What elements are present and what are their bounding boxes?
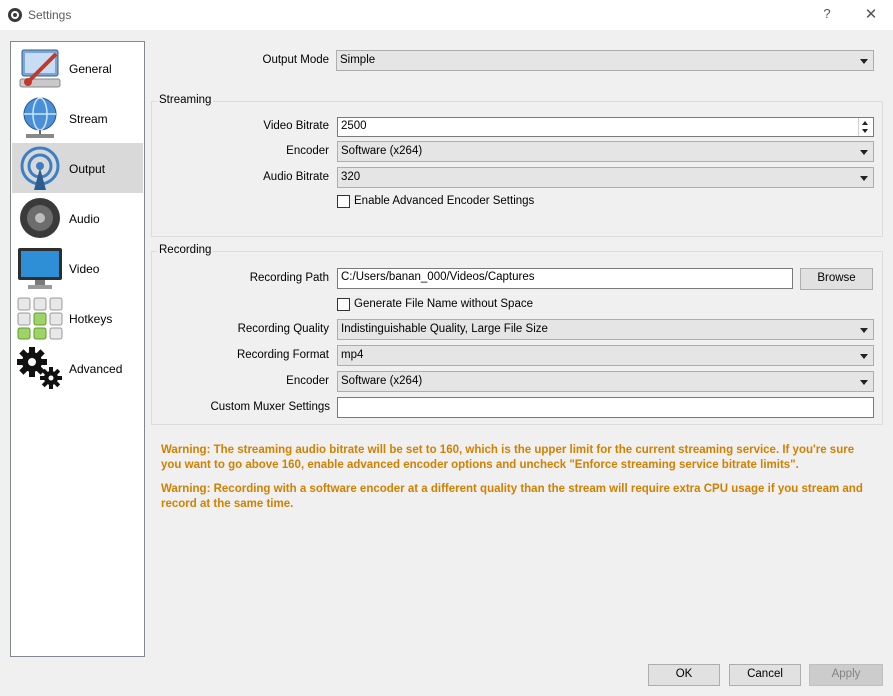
obs-logo-icon [8,8,22,22]
recording-path-value: C:/Users/banan_000/Videos/Captures [341,271,535,283]
output-icon [20,146,60,190]
cancel-button[interactable]: Cancel [729,664,801,686]
output-mode-select[interactable]: Simple [336,50,874,71]
sidebar-item-general[interactable]: General [12,43,143,93]
sidebar-item-advanced[interactable]: Advanced [12,343,143,393]
recording-quality-value: Indistinguishable Quality, Large File Si… [341,323,548,335]
recording-quality-select[interactable]: Indistinguishable Quality, Large File Si… [337,319,874,340]
audio-icon [20,198,60,238]
chevron-down-icon [860,150,868,155]
chevron-down-icon [860,176,868,181]
sidebar-item-label: Stream [69,112,108,126]
video-bitrate-label: Video Bitrate [263,120,329,132]
hotkeys-icon [17,297,63,340]
chevron-down-icon [860,59,868,64]
no-space-checkbox[interactable] [337,298,350,311]
output-mode-label: Output Mode [262,54,329,66]
audio-bitrate-value: 320 [341,171,361,183]
custom-muxer-label: Custom Muxer Settings [210,401,330,413]
stream-icon [23,97,57,138]
chevron-down-icon [860,328,868,333]
sidebar-item-video[interactable]: Video [12,243,143,293]
sidebar-item-label: Audio [69,212,100,226]
audio-bitrate-select[interactable]: 320 [337,167,874,188]
audio-bitrate-label: Audio Bitrate [263,171,329,183]
recording-encoder-label: Encoder [286,375,329,387]
no-space-label[interactable]: Generate File Name without Space [354,298,533,310]
recording-quality-label: Recording Quality [237,323,329,335]
window-title: Settings [28,8,72,22]
recording-encoder-warning: Warning: Recording with a software encod… [161,483,863,510]
video-bitrate-value: 2500 [341,120,367,132]
advanced-encoder-label[interactable]: Enable Advanced Encoder Settings [354,195,534,207]
chevron-down-icon [860,354,868,359]
sidebar-item-label: Advanced [69,362,123,376]
sidebar-item-output[interactable]: Output [12,143,143,193]
apply-button[interactable]: Apply [809,664,883,686]
recording-format-select[interactable]: mp4 [337,345,874,366]
ok-button[interactable]: OK [648,664,720,686]
video-icon [18,248,62,289]
advanced-icon [17,347,62,389]
sidebar-item-stream[interactable]: Stream [12,93,143,143]
sidebar-item-label: Output [69,162,106,176]
sidebar-item-label: Video [69,262,100,276]
help-button[interactable]: ? [820,6,834,24]
recording-path-label: Recording Path [249,272,329,284]
recording-format-value: mp4 [341,349,364,361]
stream-encoder-value: Software (x264) [341,145,423,157]
spin-arrows-icon[interactable] [858,118,873,136]
settings-sidebar: General Stream Output Audio Video Hotkey… [10,41,145,657]
chevron-down-icon [860,380,868,385]
general-icon [19,49,61,88]
audio-bitrate-warning: Warning: The streaming audio bitrate wil… [161,444,855,471]
recording-group-title: Recording [157,244,214,256]
recording-encoder-select[interactable]: Software (x264) [337,371,874,392]
output-mode-value: Simple [340,54,376,66]
sidebar-item-hotkeys[interactable]: Hotkeys [12,293,143,343]
recording-encoder-value: Software (x264) [341,375,423,387]
recording-path-input[interactable]: C:/Users/banan_000/Videos/Captures [337,268,793,289]
custom-muxer-input[interactable] [337,397,874,418]
stream-encoder-label: Encoder [286,145,329,157]
stream-encoder-select[interactable]: Software (x264) [337,141,874,162]
advanced-encoder-checkbox[interactable] [337,195,350,208]
recording-format-label: Recording Format [236,349,329,361]
sidebar-item-label: General [69,62,112,76]
close-button[interactable]: ✕ [860,5,882,25]
streaming-group-title: Streaming [157,94,214,106]
video-bitrate-spinbox[interactable]: 2500 [337,117,874,137]
sidebar-item-label: Hotkeys [69,312,113,326]
browse-button[interactable]: Browse [800,268,873,290]
title-bar: Settings ? ✕ [0,0,893,30]
sidebar-item-audio[interactable]: Audio [12,193,143,243]
